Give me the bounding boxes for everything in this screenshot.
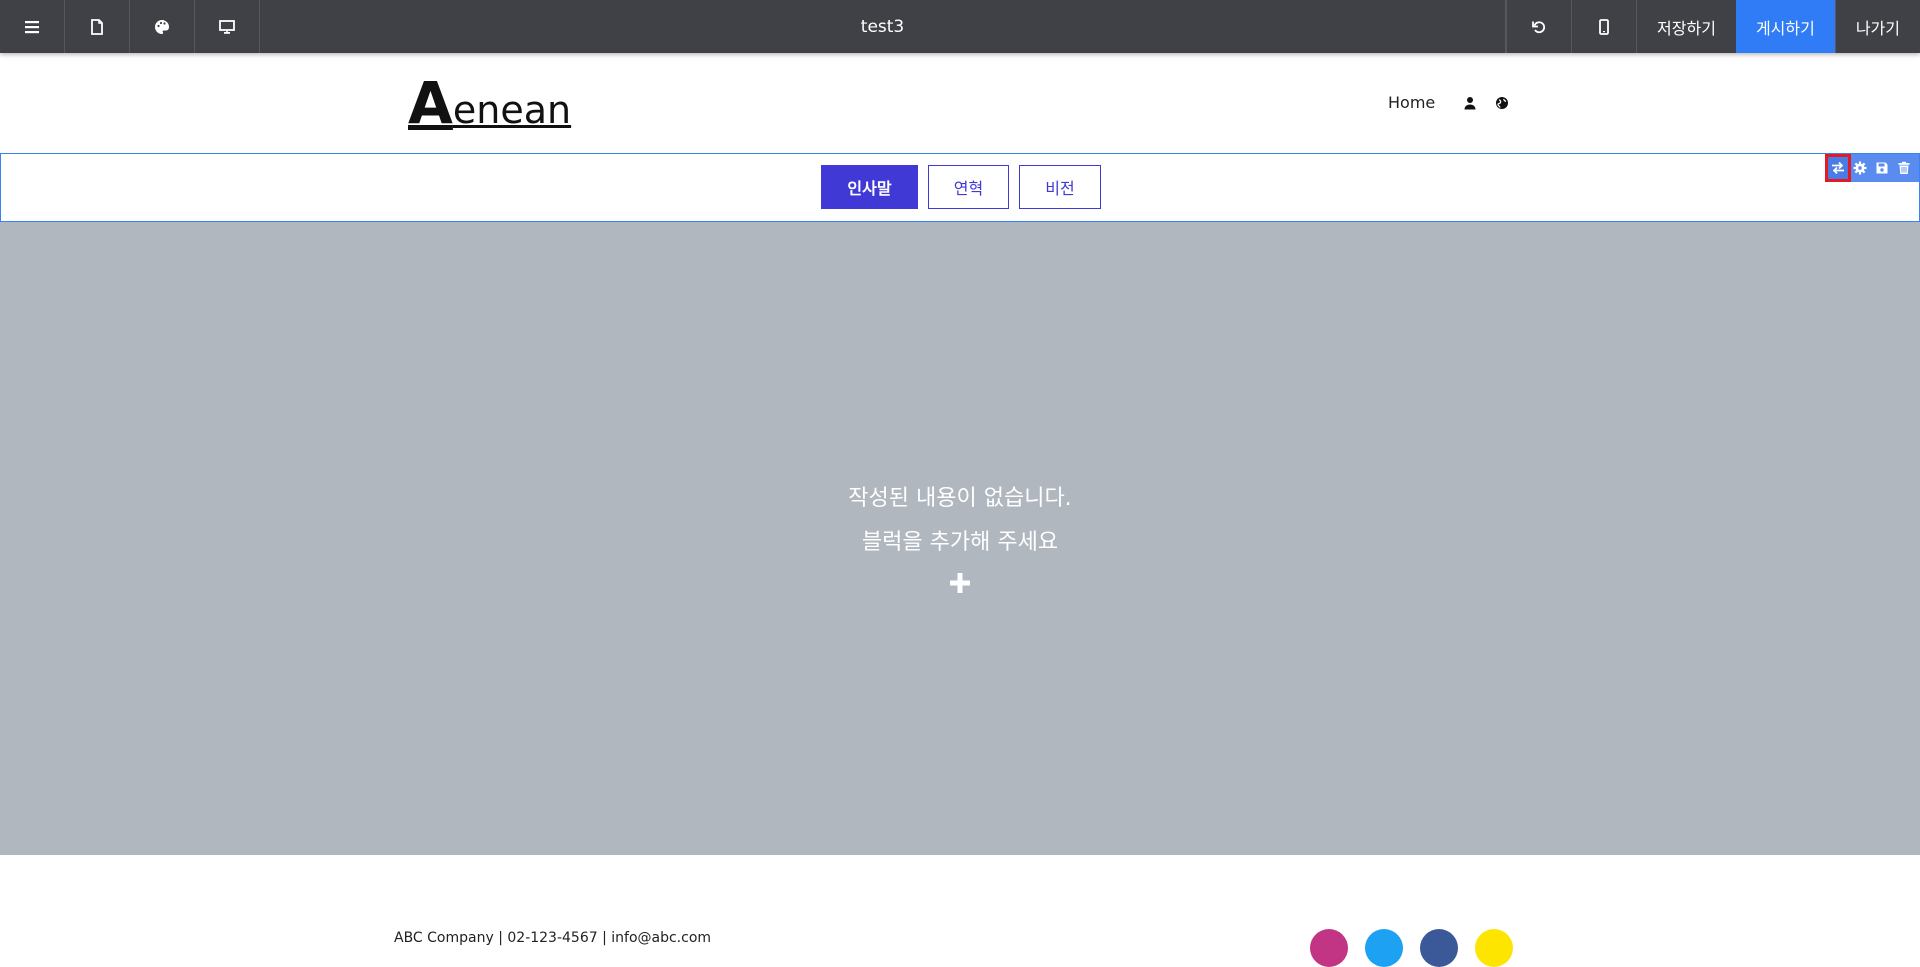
add-block-icon[interactable] xyxy=(946,569,974,597)
palette-icon xyxy=(155,19,170,34)
block-toolbar xyxy=(1825,154,1919,182)
globe-icon[interactable] xyxy=(1495,96,1509,110)
theme-button[interactable] xyxy=(130,0,195,53)
tab-greeting[interactable]: 인사말 xyxy=(821,165,918,209)
empty-message-line1: 작성된 내용이 없습니다. xyxy=(848,486,1072,511)
menu-button[interactable] xyxy=(0,0,65,53)
undo-button[interactable] xyxy=(1506,0,1571,53)
save-icon xyxy=(1876,162,1888,174)
twitter-icon[interactable] xyxy=(1365,929,1403,967)
page-button[interactable] xyxy=(65,0,130,53)
swap-block-button[interactable] xyxy=(1825,154,1851,182)
site-logo[interactable]: Aenean xyxy=(408,69,572,137)
editor-toolbar: test3 저장하기 게시하기 나가기 xyxy=(0,0,1920,53)
instagram-icon[interactable] xyxy=(1310,929,1348,967)
block-delete-button[interactable] xyxy=(1893,156,1915,180)
mobile-icon xyxy=(1599,18,1609,35)
trash-icon xyxy=(1898,161,1910,174)
desktop-icon xyxy=(219,19,235,34)
tab-history[interactable]: 연혁 xyxy=(928,165,1009,209)
empty-content-area: 작성된 내용이 없습니다. 블럭을 추가해 주세요 xyxy=(0,222,1920,855)
exit-button[interactable]: 나가기 xyxy=(1834,0,1920,53)
swap-icon xyxy=(1832,161,1844,175)
publish-button[interactable]: 게시하기 xyxy=(1735,0,1835,53)
tab-vision[interactable]: 비전 xyxy=(1019,165,1101,209)
site-nav: Home xyxy=(1388,93,1509,112)
tabs-block[interactable]: 인사말 연혁 비전 xyxy=(0,153,1920,222)
logo-initial: A xyxy=(408,69,453,137)
user-icon[interactable] xyxy=(1463,96,1477,110)
desktop-view-button[interactable] xyxy=(195,0,260,53)
document-title: test3 xyxy=(260,0,1507,53)
block-settings-button[interactable] xyxy=(1849,156,1871,180)
footer-info: ABC Company | 02-123-4567 | info@abc.com xyxy=(394,930,712,946)
undo-icon xyxy=(1532,20,1546,33)
nav-home-link[interactable]: Home xyxy=(1388,93,1435,112)
site-header: Aenean Home xyxy=(0,53,1920,153)
save-button[interactable]: 저장하기 xyxy=(1636,0,1736,53)
facebook-icon[interactable] xyxy=(1420,929,1458,967)
site-footer: ABC Company | 02-123-4567 | info@abc.com xyxy=(0,855,1920,967)
page-icon xyxy=(91,18,103,35)
menu-icon xyxy=(25,20,39,33)
social-links xyxy=(1310,929,1513,967)
nav-icons xyxy=(1463,96,1509,110)
tab-bar: 인사말 연혁 비전 xyxy=(821,165,1101,209)
gear-icon xyxy=(1853,161,1867,175)
mobile-view-button[interactable] xyxy=(1571,0,1636,53)
logo-text: enean xyxy=(452,88,572,132)
empty-message-line2: 블럭을 추가해 주세요 xyxy=(861,530,1059,555)
block-save-button[interactable] xyxy=(1871,156,1893,180)
kakao-icon[interactable] xyxy=(1475,929,1513,967)
